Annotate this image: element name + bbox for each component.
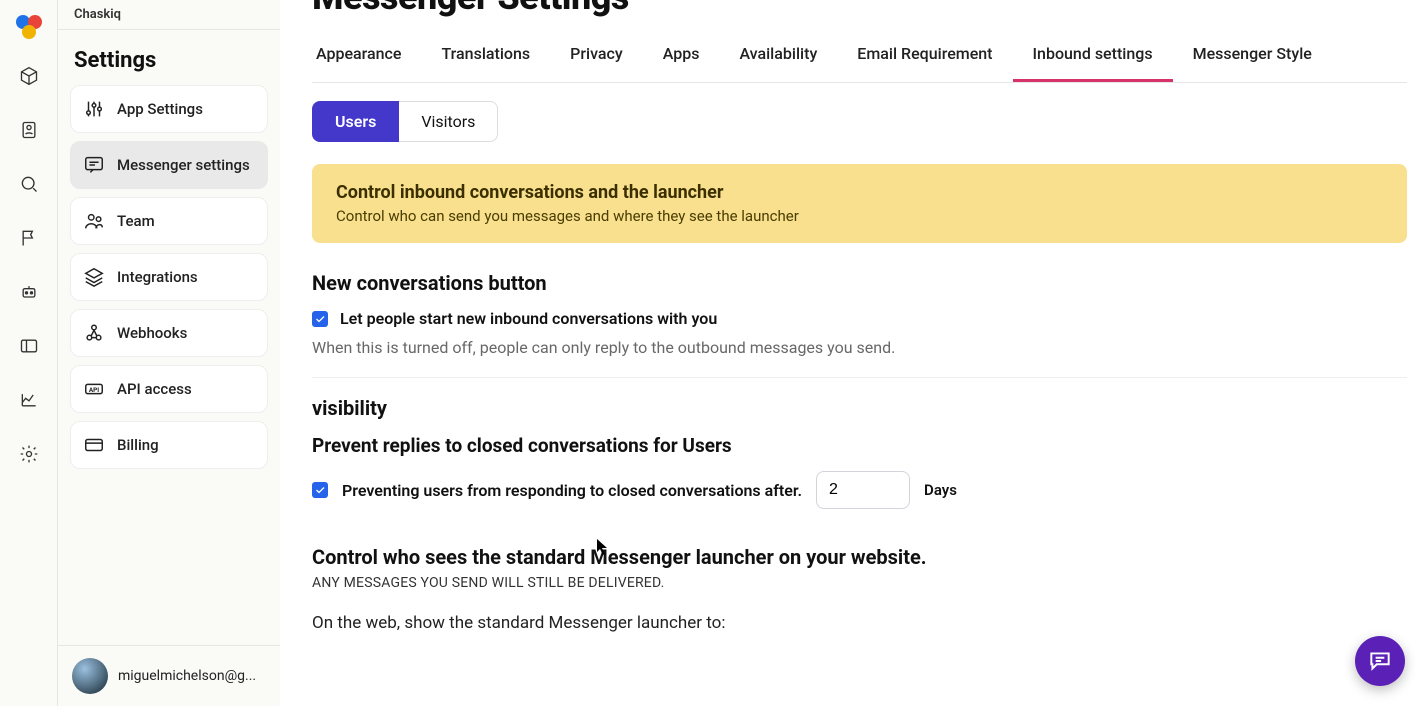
sidebar-item-label: Billing <box>117 436 159 454</box>
sidebar-item-billing[interactable]: Billing <box>70 421 268 469</box>
svg-text:API: API <box>89 386 99 394</box>
user-email: miguelmichelson@g... <box>118 668 256 684</box>
subtab-users[interactable]: Users <box>312 101 399 142</box>
banner-subtitle: Control who can send you messages and wh… <box>336 207 1383 225</box>
card-icon <box>83 434 105 456</box>
tab-appearance[interactable]: Appearance <box>312 26 421 82</box>
prevent-replies-checkbox[interactable] <box>312 482 328 498</box>
tab-availability[interactable]: Availability <box>719 26 837 82</box>
launcher-subtitle: ANY MESSAGES YOU SEND WILL STILL BE DELI… <box>312 575 1425 591</box>
tab-messenger-style[interactable]: Messenger Style <box>1173 26 1332 82</box>
sidebar-item-label: Integrations <box>117 268 198 286</box>
rail-flag-icon[interactable] <box>9 218 49 258</box>
days-input[interactable] <box>816 471 910 509</box>
prevent-replies-heading: Prevent replies to closed conversations … <box>312 434 1425 457</box>
brand-label[interactable]: Chaskiq <box>58 0 280 30</box>
new-conversations-heading: New conversations button <box>312 271 1425 295</box>
divider <box>312 377 1407 378</box>
chat-icon <box>83 154 105 176</box>
rail-bot-icon[interactable] <box>9 272 49 312</box>
page-title: Messenger Settings <box>312 0 1425 18</box>
visibility-heading: visibility <box>312 396 1425 420</box>
main-content: Messenger Settings Appearance Translatio… <box>280 0 1425 706</box>
rail-cube-icon[interactable] <box>9 56 49 96</box>
days-label: Days <box>924 481 957 499</box>
new-conversations-help: When this is turned off, people can only… <box>312 338 1425 357</box>
messenger-launcher-button[interactable] <box>1355 636 1405 686</box>
sidebar-item-label: API access <box>117 380 192 398</box>
sidebar-title: Settings <box>58 30 280 85</box>
banner-title: Control inbound conversations and the la… <box>336 182 1383 203</box>
sidebar-user[interactable]: miguelmichelson@g... <box>58 645 280 706</box>
sidebar-item-messenger-settings[interactable]: Messenger settings <box>70 141 268 189</box>
subtabs: Users Visitors <box>312 101 1425 142</box>
sidebar: Chaskiq Settings App Settings Messenger … <box>57 0 280 706</box>
sidebar-item-webhooks[interactable]: Webhooks <box>70 309 268 357</box>
webhook-icon <box>83 322 105 344</box>
tab-inbound-settings[interactable]: Inbound settings <box>1013 26 1173 82</box>
icon-rail <box>0 0 57 706</box>
sidebar-item-app-settings[interactable]: App Settings <box>70 85 268 133</box>
layers-icon <box>83 266 105 288</box>
sidebar-item-label: App Settings <box>117 100 203 118</box>
rail-contacts-icon[interactable] <box>9 110 49 150</box>
launcher-heading: Control who sees the standard Messenger … <box>312 545 1425 569</box>
rail-search-icon[interactable] <box>9 164 49 204</box>
new-conversations-checkbox[interactable] <box>312 311 328 327</box>
tabs: Appearance Translations Privacy Apps Ava… <box>312 26 1407 83</box>
rail-gear-icon[interactable] <box>9 434 49 474</box>
tab-translations[interactable]: Translations <box>421 26 550 82</box>
tab-apps[interactable]: Apps <box>643 26 720 82</box>
tab-email-requirement[interactable]: Email Requirement <box>837 26 1012 82</box>
api-icon: API <box>83 378 105 400</box>
avatar <box>72 658 108 694</box>
app-logo[interactable] <box>13 10 45 42</box>
sidebar-item-label: Messenger settings <box>117 156 250 174</box>
tab-privacy[interactable]: Privacy <box>550 26 643 82</box>
sidebar-item-team[interactable]: Team <box>70 197 268 245</box>
rail-panel-icon[interactable] <box>9 326 49 366</box>
subtab-visitors[interactable]: Visitors <box>399 101 498 142</box>
rail-chart-icon[interactable] <box>9 380 49 420</box>
sliders-icon <box>83 98 105 120</box>
sidebar-item-integrations[interactable]: Integrations <box>70 253 268 301</box>
prevent-replies-check-label: Preventing users from responding to clos… <box>342 481 802 500</box>
sidebar-item-label: Webhooks <box>117 324 187 342</box>
sidebar-item-label: Team <box>117 212 155 230</box>
launcher-question: On the web, show the standard Messenger … <box>312 613 1425 633</box>
info-banner: Control inbound conversations and the la… <box>312 164 1407 243</box>
team-icon <box>83 210 105 232</box>
new-conversations-check-label: Let people start new inbound conversatio… <box>340 309 717 328</box>
sidebar-item-api-access[interactable]: API API access <box>70 365 268 413</box>
